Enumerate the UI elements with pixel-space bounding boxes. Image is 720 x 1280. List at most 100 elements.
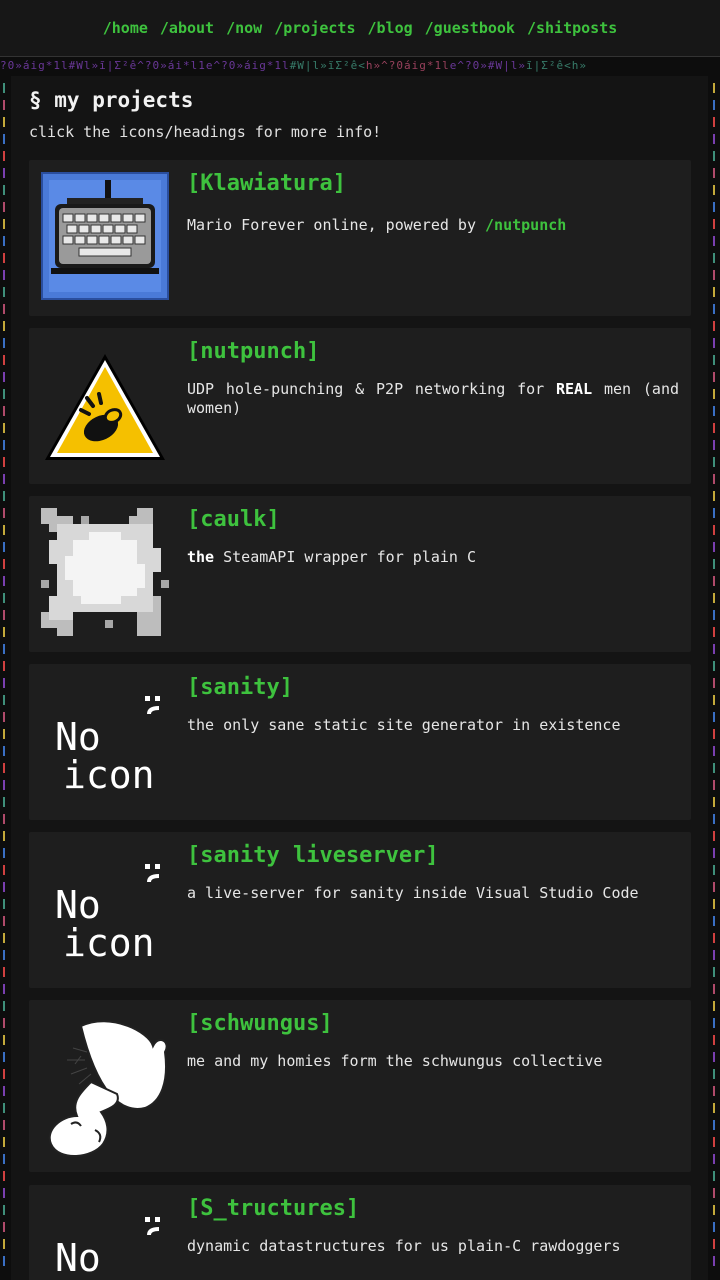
glitch-pixel (713, 542, 715, 552)
glitch-pixel (713, 440, 715, 450)
project-card-nutpunch: [nutpunch] UDP hole-punching & P2P netwo… (29, 328, 691, 484)
glitch-pixel (713, 100, 715, 110)
glitch-pixel (713, 1239, 715, 1249)
glitch-pixel (3, 559, 5, 569)
nutpunch-link[interactable]: /nutpunch (485, 216, 566, 234)
pixel-splat-icon[interactable] (41, 508, 169, 636)
glitch-pixel (713, 1120, 715, 1130)
glitch-pixel (3, 899, 5, 909)
glitch-pixel (713, 372, 715, 382)
glitch-pixel (3, 746, 5, 756)
project-description-sanity: the only sane static site generator in e… (187, 716, 621, 734)
glitch-pixel (3, 1103, 5, 1113)
glitch-pixel (3, 814, 5, 824)
glitch-pixel (3, 1001, 5, 1011)
nav-link-guestbook[interactable]: /guestbook (425, 19, 515, 37)
glitch-pixel (3, 712, 5, 722)
glitch-pixel (3, 967, 5, 977)
glitch-pixel (3, 797, 5, 807)
nav-link-projects[interactable]: /projects (274, 19, 355, 37)
nav-link-about[interactable]: /about (160, 19, 214, 37)
glitch-pixel (713, 746, 715, 756)
glitch-pixel (3, 525, 5, 535)
glitch-pixel (3, 389, 5, 399)
glitch-pixel (713, 270, 715, 280)
glitch-pixel (3, 610, 5, 620)
glitch-pixel (713, 168, 715, 178)
glitch-pixel (713, 1154, 715, 1164)
project-heading-s-tructures[interactable]: [S_tructures] (187, 1196, 359, 1221)
description-text: Mario Forever online, powered by (187, 216, 486, 234)
project-heading-klawiatura[interactable]: [Klawiatura] (187, 171, 346, 196)
glitch-pixel (713, 576, 715, 586)
nav-link-now[interactable]: /now (226, 19, 262, 37)
glitch-pixel (3, 423, 5, 433)
glitch-pixel (713, 814, 715, 824)
glitch-pixel (3, 933, 5, 943)
description-text: UDP hole-punching & P2P networking for (187, 380, 556, 398)
project-heading-sanity[interactable]: [sanity] (187, 675, 293, 700)
glitch-pixel (713, 831, 715, 841)
description-emphasis: REAL (556, 380, 593, 398)
project-heading-caulk[interactable]: [caulk] (187, 507, 280, 532)
glitch-pixel (3, 763, 5, 773)
glitch-pixel (3, 508, 5, 518)
project-card-sanity-liveserver: No icon [sanity liveserver] a live-serve… (29, 832, 691, 988)
mushroom-icon[interactable] (41, 1012, 169, 1160)
project-card-schwungus: [schwungus] me and my homies form the sc… (29, 1000, 691, 1172)
glitch-pixel (713, 797, 715, 807)
glitch-pixel (713, 1086, 715, 1096)
glitch-pixel (713, 712, 715, 722)
nav-link-blog[interactable]: /blog (367, 19, 412, 37)
glitch-pixel (3, 1154, 5, 1164)
glitch-pixel (3, 576, 5, 586)
glitch-pixel (3, 865, 5, 875)
glitch-pixel (3, 270, 5, 280)
project-description-s-tructures: dynamic datastructures for us plain-C ra… (187, 1237, 621, 1255)
no-icon-placeholder[interactable]: No icon (41, 1197, 169, 1280)
glitch-pixel (713, 865, 715, 875)
glitch-pixel (3, 117, 5, 127)
project-card-sanity: No icon [sanity] the only sane static si… (29, 664, 691, 820)
glitch-pixel (713, 236, 715, 246)
nav-link-home[interactable]: /home (103, 19, 148, 37)
typewriter-icon[interactable] (41, 172, 169, 300)
glitch-pixel (3, 950, 5, 960)
glitch-pixel (713, 916, 715, 926)
no-icon-placeholder[interactable]: No icon (41, 676, 169, 804)
glitch-pixel (3, 1120, 5, 1130)
glitch-pixel (3, 1205, 5, 1215)
glitch-pixel (713, 321, 715, 331)
glitch-pixel (713, 1137, 715, 1147)
nav-link-shitposts[interactable]: /shitposts (527, 19, 617, 37)
glitch-pixel (3, 916, 5, 926)
glitch-pixel (713, 338, 715, 348)
glitch-pixel (3, 236, 5, 246)
glitch-pixel (3, 457, 5, 467)
glitch-pixel (713, 1035, 715, 1045)
glitch-pixel (713, 593, 715, 603)
glitch-pixel (3, 831, 5, 841)
no-icon-placeholder[interactable]: No icon (41, 844, 169, 972)
glitch-pixel (713, 457, 715, 467)
glitch-pixel (3, 1137, 5, 1147)
project-heading-nutpunch[interactable]: [nutpunch] (187, 339, 319, 364)
glitch-pixel (713, 763, 715, 773)
warning-triangle-icon[interactable] (41, 340, 169, 468)
project-description-klawiatura: Mario Forever online, powered by /nutpun… (187, 216, 679, 235)
project-heading-schwungus[interactable]: [schwungus] (187, 1011, 333, 1036)
glitch-pixel (713, 134, 715, 144)
project-heading-sanity-liveserver[interactable]: [sanity liveserver] (187, 843, 439, 868)
glitch-pixel (3, 1018, 5, 1028)
glitch-pixel (3, 780, 5, 790)
glitch-pixel (3, 372, 5, 382)
glitch-pixel (3, 355, 5, 365)
page-title: § my projects (29, 88, 194, 112)
glitch-pixel (3, 491, 5, 501)
glitch-pixel (3, 168, 5, 178)
glitch-pixel (713, 661, 715, 671)
glitch-pixel (713, 355, 715, 365)
glitch-pixel (713, 610, 715, 620)
glitch-pixel (3, 661, 5, 671)
glitch-side-left (0, 76, 10, 1280)
